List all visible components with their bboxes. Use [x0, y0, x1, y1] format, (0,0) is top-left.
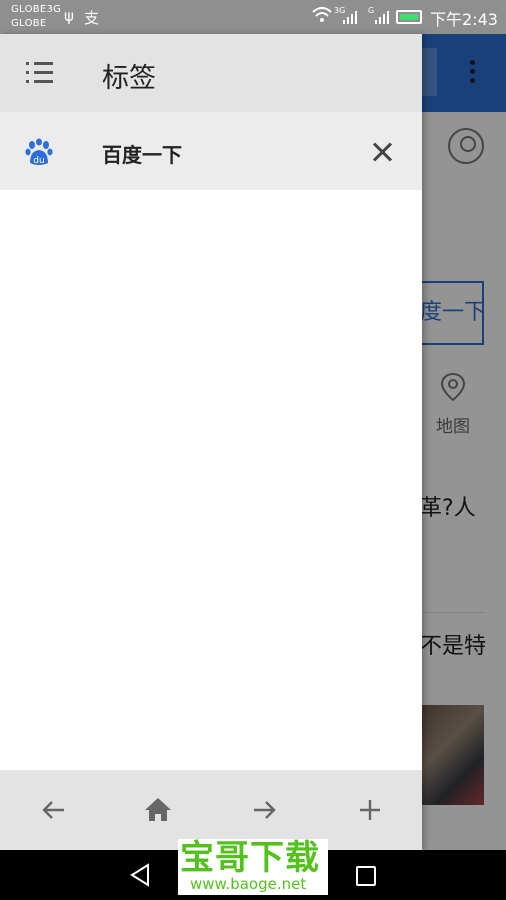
close-icon[interactable]: [368, 138, 396, 166]
nav-recent-apps-icon[interactable]: [356, 866, 376, 886]
plus-icon[interactable]: [352, 792, 388, 828]
carrier-line-1: GLOBE3G: [11, 4, 62, 15]
signal-icon-2: G: [368, 7, 389, 25]
carrier-label: GLOBE3G GLOBE: [11, 3, 61, 31]
wifi-icon: [312, 7, 332, 22]
list-icon[interactable]: [26, 62, 54, 84]
drawer-title: 标签: [102, 63, 156, 94]
drawer-header: 标签: [0, 34, 422, 112]
carrier-line-2: GLOBE: [11, 18, 47, 29]
arrow-left-icon[interactable]: [36, 792, 72, 828]
status-bar: GLOBE3G GLOBE ψ 支 3G G 下午2:43: [0, 0, 506, 34]
battery-icon: [396, 10, 422, 24]
bookmark-title: 百度一下: [102, 143, 182, 167]
watermark-url: www.baoge.net: [190, 875, 307, 893]
home-icon[interactable]: [140, 792, 176, 828]
nav-back-icon[interactable]: [128, 862, 154, 888]
alipay-icon: 支: [84, 9, 100, 27]
signal-icon-1: 3G: [334, 7, 357, 25]
usb-icon: ψ: [64, 7, 74, 25]
watermark-text: 宝哥下载: [180, 838, 320, 878]
status-clock: 下午2:43: [430, 10, 498, 29]
svg-text:du: du: [33, 156, 44, 166]
bookmark-item[interactable]: [0, 112, 422, 190]
arrow-right-icon[interactable]: [246, 792, 282, 828]
watermark-logo: 宝哥下载 www.baoge.net: [178, 839, 328, 895]
baidu-icon: du: [25, 138, 53, 166]
